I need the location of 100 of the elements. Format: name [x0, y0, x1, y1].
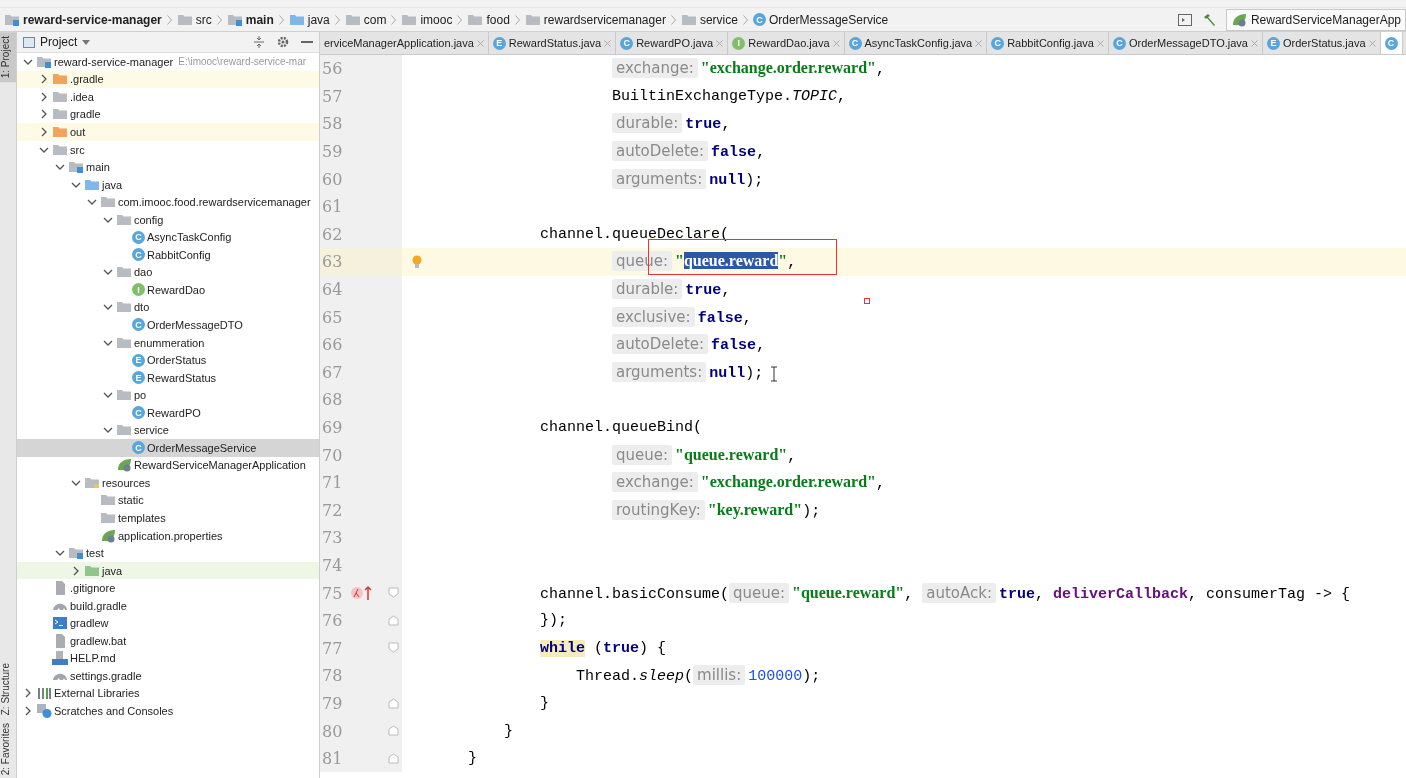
editor-tab[interactable]: C RabbitConfig.java [987, 32, 1109, 54]
tree-row[interactable]: dao [17, 263, 319, 282]
settings-icon[interactable] [277, 36, 289, 48]
breadcrumb[interactable]: OrderMessageService [768, 12, 889, 27]
tree-label[interactable]: Scratches and Consoles [54, 705, 174, 717]
breadcrumb[interactable]: service [699, 12, 738, 27]
editor-tab[interactable]: C RewardPO.java [616, 32, 729, 54]
collapse-all-icon[interactable] [253, 36, 265, 48]
tree-row[interactable]: External Libraries [17, 684, 319, 703]
tree-label[interactable]: reward-service-manager [54, 55, 174, 68]
tree-label[interactable]: src [70, 143, 85, 156]
tree-row[interactable]: E RewardStatus [17, 368, 319, 387]
tool-window-tab[interactable]: Z: Structure [0, 658, 16, 719]
tree-row[interactable]: C RabbitConfig [17, 246, 319, 264]
tree-row[interactable]: gradlew.bat [17, 632, 319, 650]
tree-label[interactable]: enummeration [134, 336, 205, 349]
tree-row[interactable]: RewardServiceManagerApplication [17, 456, 319, 475]
tree-row[interactable]: reward-service-manager E:\imooc\reward-service-mar [17, 53, 319, 71]
tree-label[interactable]: OrderMessageDTO [147, 318, 243, 331]
tree-label[interactable]: External Libraries [54, 687, 140, 700]
tree-label[interactable]: main [86, 161, 110, 174]
tree-row[interactable]: Scratches and Consoles [17, 702, 319, 720]
tree-row[interactable]: application.properties [17, 526, 319, 545]
tree-row[interactable]: C OrderMessageService [17, 439, 319, 457]
editor-tab[interactable]: C AsyncTaskConfig.java [844, 32, 988, 54]
tree-label[interactable]: .gradle [70, 73, 104, 86]
breadcrumb[interactable]: main [245, 12, 274, 27]
tree-row[interactable]: .gitignore [17, 579, 319, 597]
editor-tab[interactable]: erviceManagerApplication.java [320, 32, 489, 54]
fold-marker-icon[interactable] [388, 587, 399, 599]
fold-marker-icon[interactable] [388, 614, 399, 626]
tree-label[interactable]: RewardStatus [147, 371, 217, 384]
tree-label[interactable]: config [134, 213, 164, 226]
tree-label[interactable]: static [118, 494, 144, 507]
tree-row[interactable]: java [17, 561, 319, 580]
tree-label[interactable]: .idea [70, 90, 94, 103]
tree-label[interactable]: RabbitConfig [147, 248, 211, 261]
breadcrumb[interactable]: food [486, 12, 510, 27]
editor-tab[interactable]: I RewardDao.java [728, 32, 845, 54]
breadcrumb[interactable]: imooc [420, 12, 453, 27]
editor-tab[interactable]: E RewardStatus.java [488, 32, 617, 54]
tree-row[interactable]: C RewardPO [17, 403, 319, 422]
tree-label[interactable]: settings.gradle [70, 669, 142, 682]
run-panel-icon[interactable] [1177, 13, 1192, 26]
tree-row[interactable]: build.gradle [17, 596, 319, 615]
tree-row[interactable]: gradle [17, 105, 319, 124]
tree-row[interactable]: dto [17, 298, 319, 317]
fold-marker-icon[interactable] [388, 752, 399, 764]
tree-label[interactable]: com.imooc.food.rewardservicemanager [118, 196, 311, 209]
fold-marker-icon[interactable] [388, 725, 399, 737]
tree-row[interactable]: templates [17, 509, 319, 527]
tree-label[interactable]: OrderStatus [147, 354, 207, 367]
dropdown-caret-icon[interactable] [82, 39, 91, 45]
editor-tab[interactable]: E OrderStatus.java [1263, 32, 1381, 54]
tree-label[interactable]: templates [118, 512, 166, 524]
tree-label[interactable]: java [102, 178, 123, 191]
tree-label[interactable]: application.properties [118, 529, 223, 542]
lambda-override-icon[interactable] [350, 585, 374, 602]
fold-marker-icon[interactable] [388, 642, 399, 654]
fold-marker-icon[interactable] [388, 697, 399, 709]
breadcrumb[interactable]: rewardservicemanager [543, 12, 666, 27]
breadcrumb[interactable]: reward-service-manager [23, 12, 162, 27]
tree-label[interactable]: dao [134, 266, 153, 279]
tree-label[interactable]: resources [102, 476, 151, 489]
tree-label[interactable]: java [102, 564, 123, 577]
tree-label[interactable]: build.gradle [70, 599, 127, 612]
tree-row[interactable]: E OrderStatus [17, 351, 319, 369]
tool-window-tab[interactable]: 2: Favorites [0, 718, 16, 778]
tree-row[interactable]: enummeration [17, 333, 319, 352]
tree-label[interactable]: out [70, 125, 86, 138]
breadcrumb[interactable]: com [363, 12, 387, 27]
tree-label[interactable]: gradlew.bat [70, 634, 127, 647]
panel-title[interactable]: Project [40, 35, 78, 49]
tree-row[interactable]: po [17, 386, 319, 404]
tree-label[interactable]: po [134, 389, 147, 402]
tree-row[interactable]: I RewardDao [17, 281, 319, 299]
tree-row[interactable]: resources [17, 474, 319, 492]
tree-row[interactable]: .idea [17, 88, 319, 106]
tree-label[interactable]: test [86, 547, 104, 560]
tree-row[interactable]: C AsyncTaskConfig [17, 228, 319, 246]
tree-label[interactable]: service [134, 424, 169, 437]
tree-label[interactable]: dto [134, 301, 150, 314]
tree-row[interactable]: gradlew [17, 614, 319, 633]
tree-row[interactable]: src [17, 140, 319, 159]
tree-row[interactable]: java [17, 175, 319, 194]
tree-row[interactable]: C OrderMessageDTO [17, 316, 319, 334]
tree-label[interactable]: .gitignore [70, 582, 116, 595]
run-config-dropdown[interactable]: RewardServiceManagerApp [1225, 8, 1406, 31]
tree-row[interactable]: com.imooc.food.rewardservicemanager [17, 193, 319, 211]
editor-tab[interactable]: C OrderMessageDTO.java [1108, 32, 1263, 54]
breadcrumb[interactable]: src [195, 12, 212, 27]
breadcrumb[interactable]: java [307, 12, 330, 27]
tree-row[interactable]: config [17, 210, 319, 229]
tree-row[interactable]: service [17, 421, 319, 440]
tree-row[interactable]: static [17, 491, 319, 510]
tree-label[interactable]: OrderMessageService [147, 441, 257, 454]
tree-label[interactable]: AsyncTaskConfig [147, 231, 232, 244]
tree-row[interactable]: settings.gradle [17, 667, 319, 685]
tool-window-tab[interactable]: 1: Project [0, 32, 16, 83]
tree-label[interactable]: HELP.md [70, 652, 116, 665]
